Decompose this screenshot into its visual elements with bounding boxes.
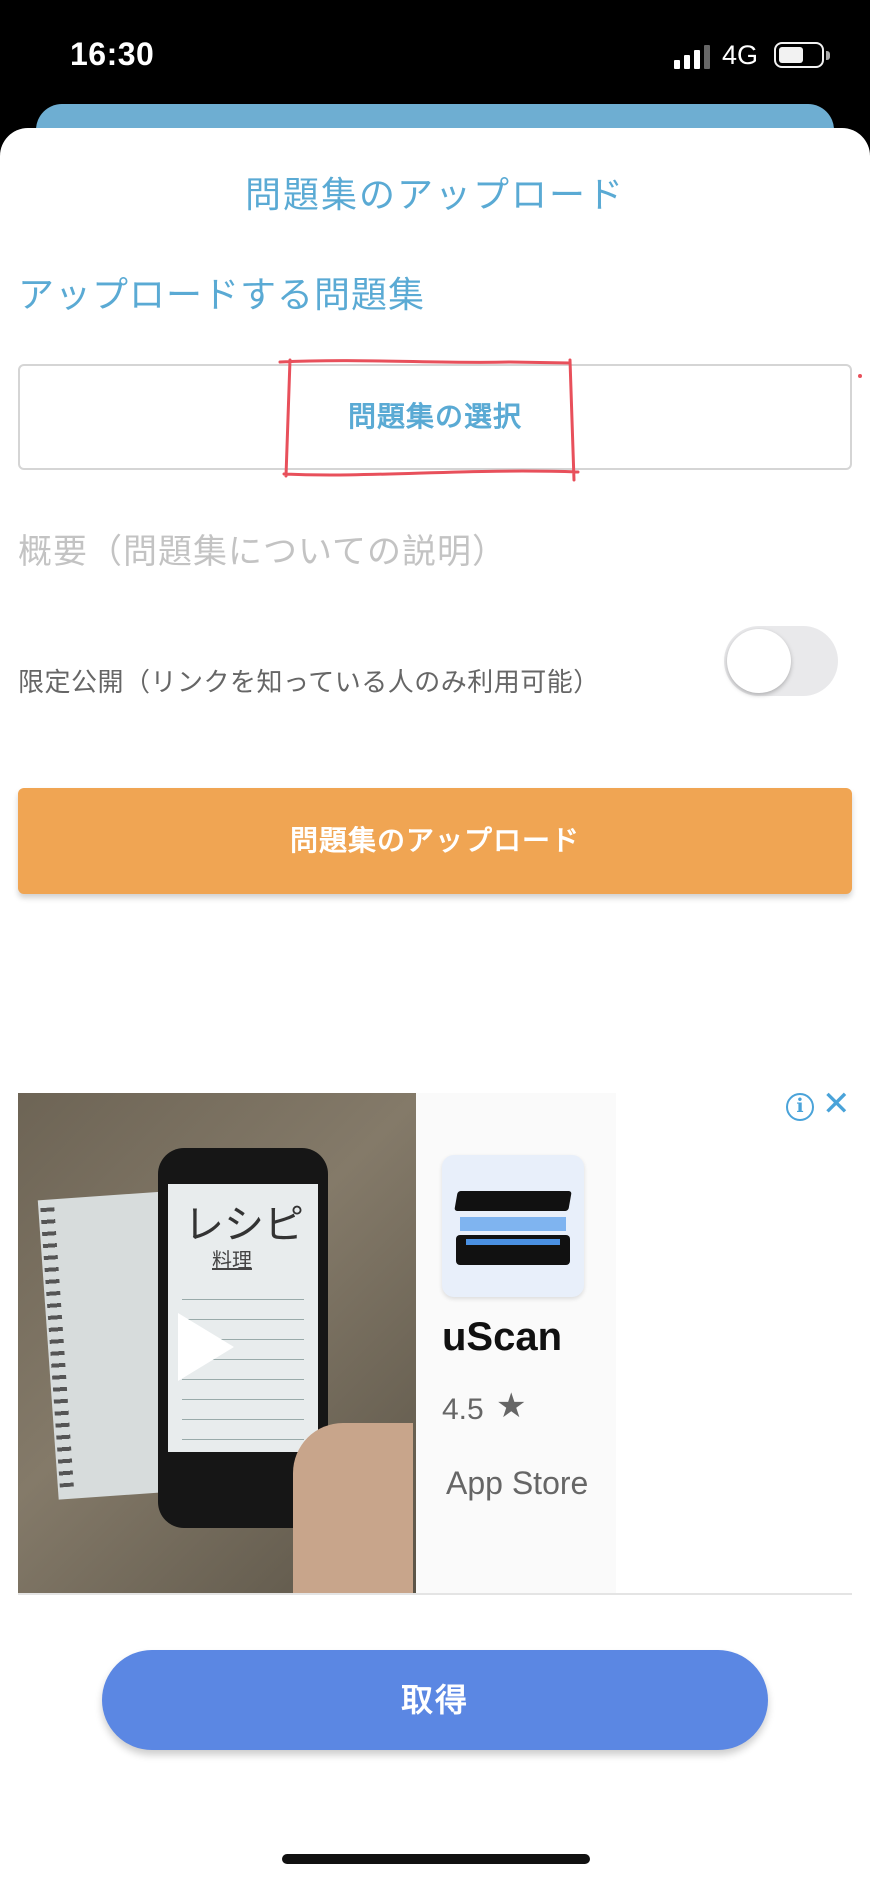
ad-video-hand [293,1423,413,1593]
status-time: 16:30 [70,36,155,72]
ad-store-label: App Store [446,1465,589,1501]
ad-video[interactable]: レシピ 料理 [18,1093,416,1593]
home-indicator[interactable] [282,1854,590,1864]
annotation-dot [858,374,862,378]
select-workbook-label: 問題集の選択 [347,400,522,433]
ad-video-screen-subtitle: 料理 [212,1248,252,1272]
scanner-app-icon[interactable] [442,1155,584,1297]
ad-divider [18,1593,852,1595]
limited-publish-toggle[interactable] [724,626,838,696]
ad-app-name[interactable]: uScan [442,1315,562,1360]
upload-sheet: 問題集のアップロード アップロードする問題集 問題集の選択 限定公開（リンクを知… [0,128,870,1882]
upload-button[interactable]: 問題集のアップロード [18,788,852,894]
limited-publish-label: 限定公開（リンクを知っている人のみ利用可能） [18,668,600,698]
get-app-button[interactable]: 取得 [102,1650,768,1750]
sheet-title: 問題集のアップロード [244,175,625,216]
play-icon[interactable] [178,1313,234,1381]
toggle-knob [727,629,791,693]
ad-app-rating: 4.5 [442,1393,484,1426]
select-workbook-button[interactable]: 問題集の選択 [18,364,852,470]
close-icon[interactable]: ✕ [822,1087,851,1121]
screen: 16:30 4G 問題集のアップロード アップロードする問題集 問題集の選択 限… [0,0,870,1882]
summary-input[interactable] [18,522,852,582]
info-icon[interactable]: i [786,1093,814,1121]
star-icon: ★ [496,1386,527,1426]
network-label: 4G [722,40,759,70]
section-label: アップロードする問題集 [18,275,426,316]
battery-icon [774,42,830,68]
status-bar: 16:30 4G [0,0,870,110]
signal-icon [674,45,710,69]
ad-banner[interactable]: レシピ 料理 uScan 4.5 ★ App Store i ✕ [18,1087,852,1595]
ad-video-screen-title: レシピ [184,1202,304,1248]
